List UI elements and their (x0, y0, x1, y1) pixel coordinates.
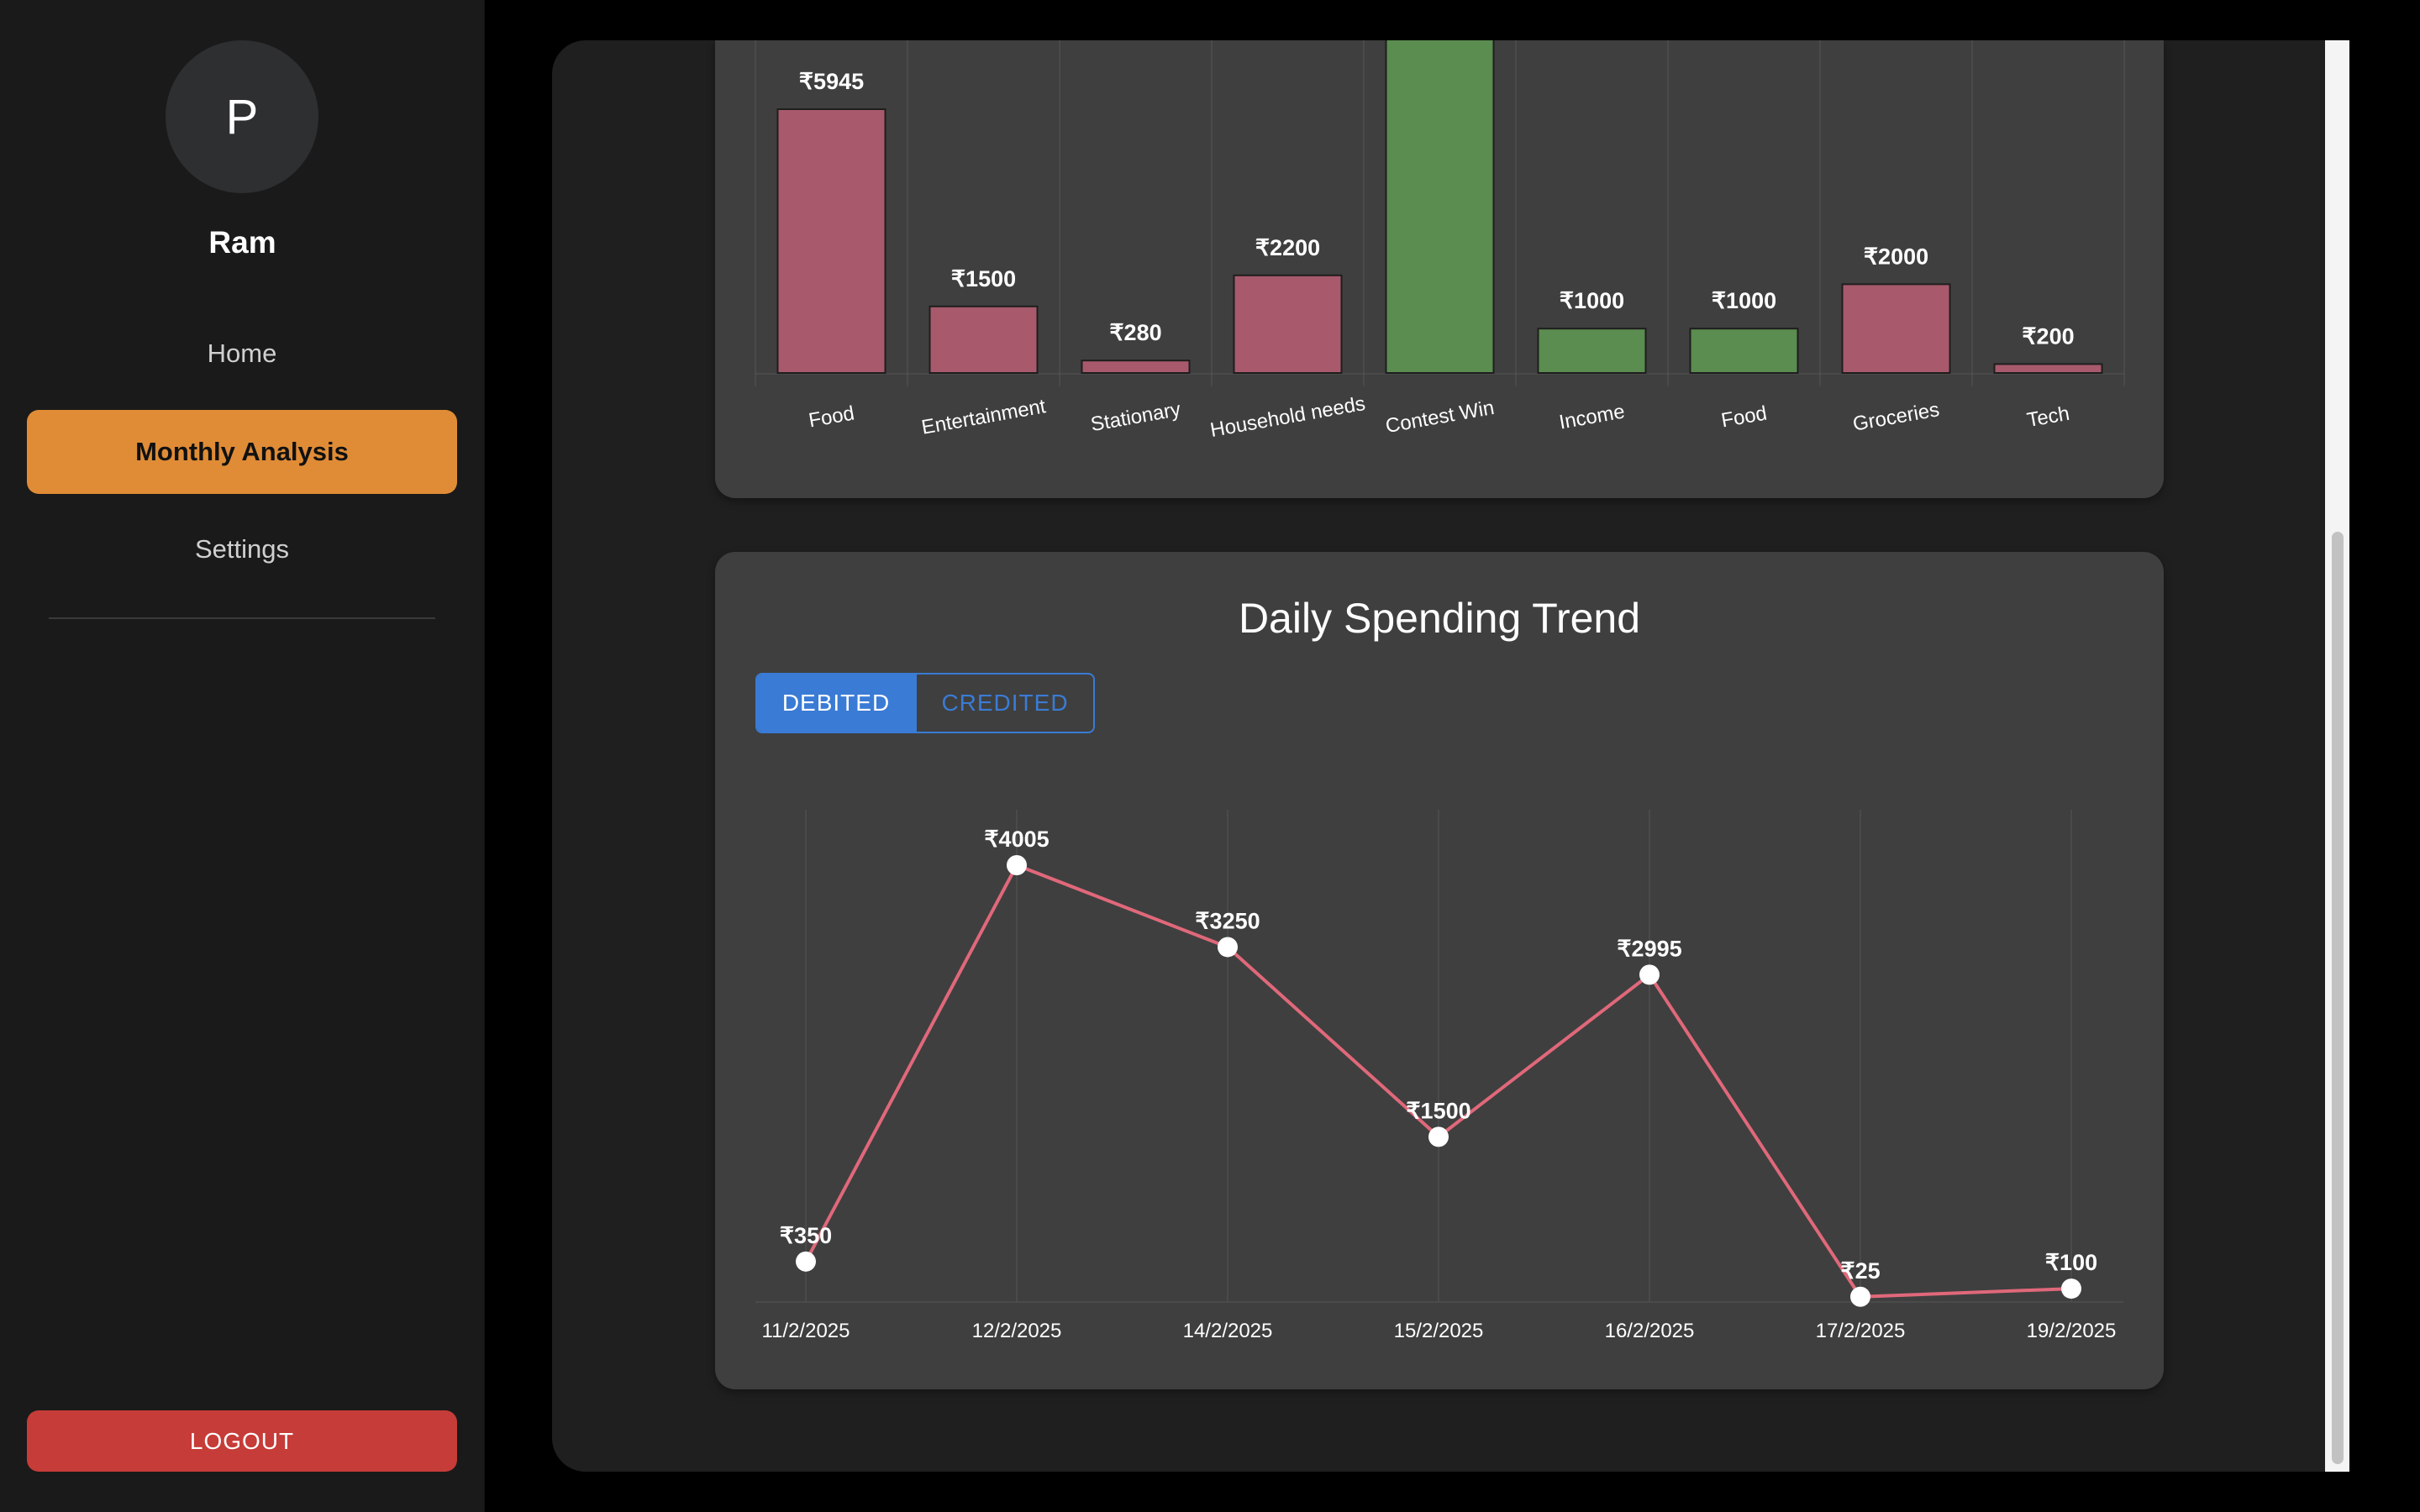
data-label: ₹100 (2045, 1250, 2097, 1275)
category-tick-label: Stationary (1089, 398, 1182, 436)
scrollbar[interactable] (2325, 40, 2349, 1472)
category-tick-label: Groceries (1851, 398, 1941, 436)
scrollbar-thumb[interactable] (2332, 532, 2344, 1464)
bar (1993, 363, 2103, 374)
category-tick-label: Entertainment (920, 395, 1048, 439)
x-tick-label: 17/2/2025 (1816, 1320, 1906, 1342)
x-tick-label: 12/2/2025 (972, 1320, 1062, 1342)
category-tick-label: Food (1719, 402, 1769, 432)
x-tick-label: 15/2/2025 (1394, 1320, 1484, 1342)
bar (1841, 283, 1951, 375)
username: Ram (208, 225, 276, 260)
bar-value-label: ₹1500 (951, 266, 1016, 291)
sidebar-divider (49, 617, 435, 619)
daily-trend-card: Daily Spending Trend DEBITED CREDITED ₹3… (715, 552, 2164, 1389)
bar (1385, 31, 1495, 374)
nav-item-home[interactable]: Home (27, 312, 457, 396)
data-label: ₹25 (1840, 1258, 1880, 1284)
bar-value-label: ₹200 (2022, 323, 2074, 349)
data-label: ₹350 (780, 1223, 832, 1248)
data-point (2061, 1278, 2081, 1299)
avatar[interactable]: P (166, 40, 318, 193)
bar (1081, 360, 1191, 374)
data-point (1428, 1126, 1449, 1147)
data-label: ₹3250 (1195, 908, 1260, 933)
sidebar: P Ram Home Monthly Analysis Settings LOG… (0, 0, 485, 1512)
bar (776, 108, 886, 374)
bar-value-label: ₹1000 (1560, 288, 1624, 313)
avatar-letter: P (225, 89, 259, 144)
data-point (1218, 937, 1238, 958)
nav-item-label: Home (207, 339, 277, 368)
daily-trend-line-chart: ₹350 ₹4005 ₹3250 ₹1500 ₹2995 ₹25 ₹100 11/2/2025… (755, 810, 2123, 1342)
x-tick-label: 19/2/2025 (2027, 1320, 2117, 1342)
nav-item-label: Monthly Analysis (135, 437, 349, 466)
data-point (1850, 1286, 1870, 1307)
category-tick-label: Contest Win (1384, 396, 1496, 438)
bar-value-label: ₹280 (1109, 320, 1161, 345)
x-tick-label: 11/2/2025 (762, 1320, 850, 1342)
logout-button[interactable]: LOGOUT (27, 1410, 457, 1472)
bar (1233, 274, 1343, 374)
bar-value-label: ₹5945 (799, 69, 864, 94)
category-tick-label: Income (1557, 400, 1626, 433)
data-point (1007, 855, 1027, 875)
x-tick-label: 16/2/2025 (1605, 1320, 1695, 1342)
bar (1689, 328, 1799, 374)
bar-value-label: ₹2200 (1255, 235, 1320, 260)
category-tick-label: Food (807, 402, 856, 432)
bar-value-label: ₹2000 (1864, 244, 1928, 269)
category-bar-chart: ₹5945 Food ₹1500 Entertainment ₹280 Stationar… (755, 31, 2125, 442)
x-tick-label: 14/2/2025 (1183, 1320, 1273, 1342)
nav-item-settings[interactable]: Settings (27, 507, 457, 591)
data-label: ₹2995 (1617, 936, 1681, 961)
category-tick-label: Household needs (1208, 392, 1367, 442)
data-label: ₹4005 (984, 827, 1049, 852)
category-tick-label: Tech (2025, 402, 2071, 432)
data-point (796, 1251, 816, 1272)
nav-item-label: Settings (194, 534, 289, 564)
nav-item-monthly-analysis[interactable]: Monthly Analysis (27, 410, 457, 494)
category-chart-card: ₹5945 Food ₹1500 Entertainment ₹280 Stationar… (715, 31, 2164, 498)
bar (929, 305, 1039, 375)
data-label: ₹1500 (1406, 1098, 1470, 1123)
data-point (1639, 964, 1660, 985)
bar-value-label: ₹1000 (1712, 288, 1776, 313)
bar (1537, 328, 1647, 374)
